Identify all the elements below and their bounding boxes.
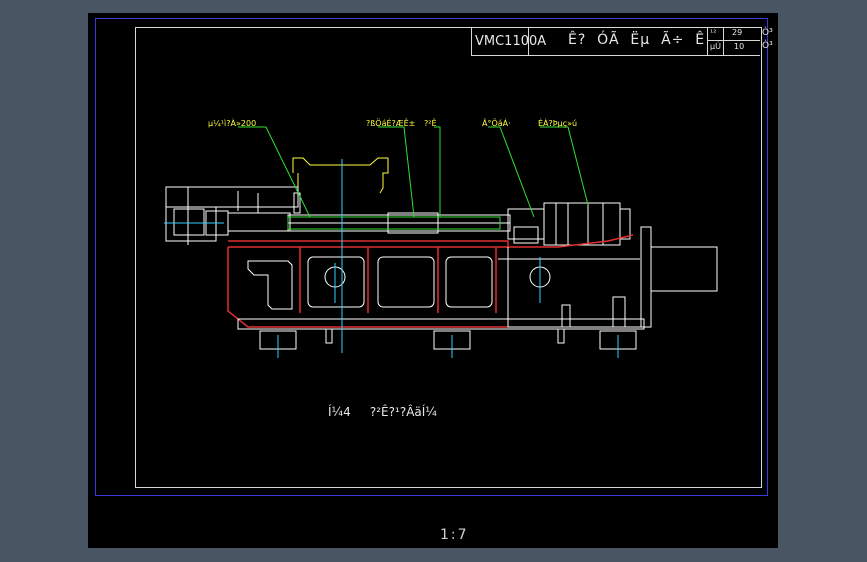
leveling-feet (259, 328, 637, 350)
assembly-drawing (164, 126, 718, 358)
callout-servo-motor: ÉÀ?Þµç»ú (538, 119, 578, 128)
callout-leaders (238, 126, 589, 218)
bed-casting (227, 234, 634, 328)
top-cover-outline (292, 157, 389, 205)
callout-coupling: Â°ÖáÁ· (482, 119, 511, 128)
bed-right-section (498, 226, 718, 328)
cad-drawing-canvas[interactable]: VMC1100A Ê? ÓÃ Ëµ Ã÷ Ê ¹² 29 µÚ 10 Ò³ Ò³ (88, 13, 778, 548)
callout-ball-screw: ?ßÖáÉ?ÆÊ± (366, 119, 416, 128)
left-bearing-assembly (165, 186, 301, 245)
servo-motor (507, 202, 631, 246)
ball-screw (287, 212, 511, 234)
callout-column: ?²Ê (424, 119, 437, 128)
zoom-scale: 1:7 (440, 527, 469, 543)
callout-guide-rail: µ¼¹ì?À»200 (208, 119, 257, 128)
figure-caption: Í¼4 ?²Ê?¹?ÂäÍ¼ (328, 405, 437, 419)
bed-windows (247, 256, 551, 310)
